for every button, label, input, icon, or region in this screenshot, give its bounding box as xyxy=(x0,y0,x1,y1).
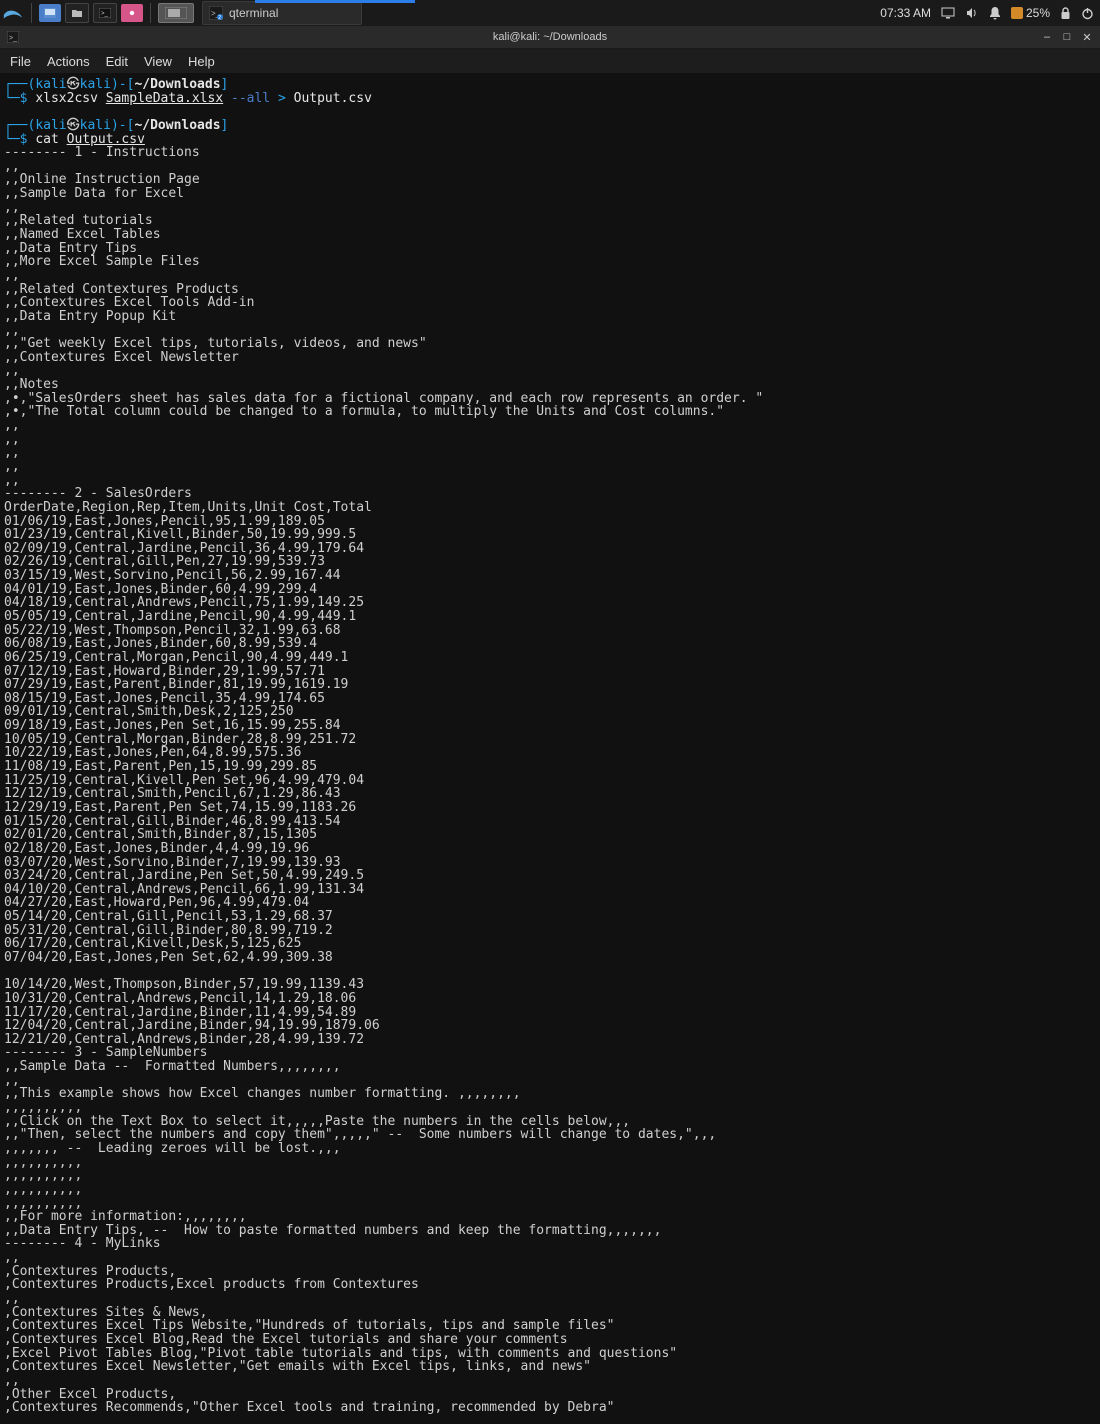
terminal-window: >_ kali@kali: ~/Downloads – □ ✕ File Act… xyxy=(0,26,1100,1424)
lock-icon[interactable] xyxy=(1060,7,1071,20)
terminal-menubar: File Actions Edit View Help xyxy=(0,49,1100,74)
taskbar-active-task[interactable]: >_2 qterminal xyxy=(202,1,362,25)
menu-view[interactable]: View xyxy=(144,54,172,69)
notifications-icon[interactable] xyxy=(989,6,1001,20)
taskbar-terminal-icon[interactable]: >_ xyxy=(93,3,117,23)
window-close-button[interactable]: ✕ xyxy=(1080,30,1094,44)
window-minimize-button[interactable]: – xyxy=(1040,30,1054,44)
battery-indicator[interactable]: 25% xyxy=(1011,6,1050,20)
window-title: kali@kali: ~/Downloads xyxy=(493,31,607,43)
desktop-taskbar: >_ >_2 qterminal 07:33 AM 25% xyxy=(0,0,1100,27)
volume-icon[interactable] xyxy=(965,7,979,19)
window-titlebar[interactable]: >_ kali@kali: ~/Downloads – □ ✕ xyxy=(0,26,1100,49)
menu-help[interactable]: Help xyxy=(188,54,215,69)
menu-edit[interactable]: Edit xyxy=(106,54,128,69)
titlebar-app-icon: >_ xyxy=(4,28,22,46)
battery-icon xyxy=(1011,7,1023,19)
active-task-highlight xyxy=(255,0,415,3)
svg-text:>_: >_ xyxy=(9,35,17,42)
svg-text:2: 2 xyxy=(218,15,221,20)
terminal-output: ┌──(kali㉿kali)-[~/Downloads] └─$ xlsx2cs… xyxy=(4,78,1096,1424)
menu-file[interactable]: File xyxy=(10,54,31,69)
taskbar-app2-icon[interactable] xyxy=(121,4,143,22)
taskbar-files-icon[interactable] xyxy=(65,3,89,23)
kali-menu-icon[interactable] xyxy=(0,0,26,26)
terminal-body[interactable]: ┌──(kali㉿kali)-[~/Downloads] └─$ xlsx2cs… xyxy=(0,74,1100,1424)
taskbar-workspace-icon[interactable] xyxy=(158,3,194,23)
battery-percent: 25% xyxy=(1026,6,1050,20)
power-icon[interactable] xyxy=(1081,7,1094,20)
display-icon[interactable] xyxy=(941,7,955,19)
task-terminal-icon: >_2 xyxy=(209,6,223,20)
svg-text:>_: >_ xyxy=(101,11,109,17)
taskbar-app1-icon[interactable] xyxy=(39,4,61,22)
task-label: qterminal xyxy=(229,6,278,20)
taskbar-clock: 07:33 AM xyxy=(880,6,931,20)
menu-actions[interactable]: Actions xyxy=(47,54,90,69)
window-maximize-button[interactable]: □ xyxy=(1060,30,1074,44)
